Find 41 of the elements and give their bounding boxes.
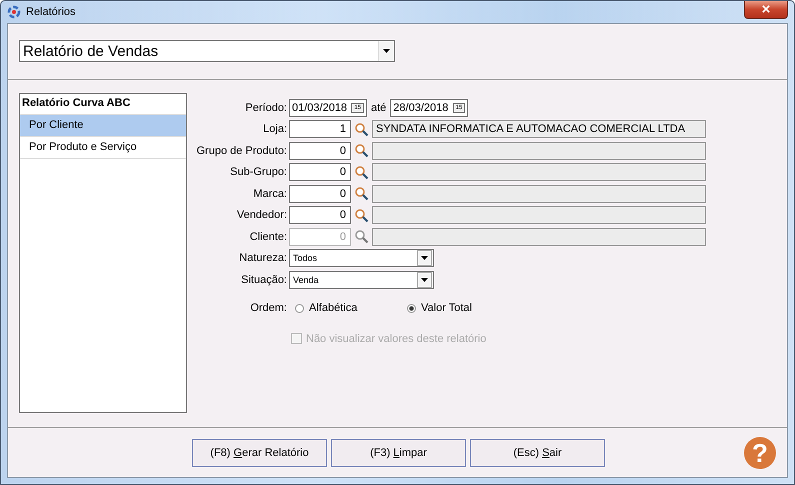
search-icon[interactable] <box>354 143 369 158</box>
search-icon[interactable] <box>354 186 369 202</box>
dropdown-arrow-icon <box>421 278 428 282</box>
field-label: Grupo de Produto: <box>195 144 287 157</box>
code-field[interactable]: 0 <box>289 206 351 224</box>
action-button[interactable]: (Esc) Sair <box>470 438 605 466</box>
field-label: Sub-Grupo: <box>229 166 287 178</box>
field-label: Marca: <box>252 188 287 200</box>
field-label: Vendedor: <box>236 209 287 222</box>
code-field[interactable]: 0 <box>289 142 351 160</box>
radio-option[interactable]: Alfabética <box>295 302 399 314</box>
field-label: Loja: <box>262 123 287 136</box>
field-label: Período: <box>244 102 287 114</box>
app-icon <box>7 5 21 19</box>
radio-icon[interactable] <box>407 304 416 313</box>
code-field[interactable]: 0 <box>289 163 351 182</box>
field-label: Situação: <box>240 274 287 286</box>
action-button[interactable]: (F8) Gerar Relatório <box>192 438 327 466</box>
dropdown[interactable]: Todos <box>289 249 434 268</box>
window-title: Relatórios <box>26 6 76 18</box>
field-label: até <box>371 102 386 114</box>
field-label: Ordem: <box>249 302 287 314</box>
dropdown-arrow-icon <box>421 256 428 260</box>
close-button[interactable]: × <box>744 1 788 19</box>
search-icon[interactable] <box>354 208 369 223</box>
code-field[interactable]: 0 <box>289 184 351 203</box>
report-dropdown[interactable]: Relatório de Vendas <box>19 40 395 62</box>
description-field: SYNDATA INFORMATICA E AUTOMACAO COMERCIAL LTDA <box>372 120 706 138</box>
list-item[interactable]: Por Produto e Serviço <box>20 137 186 159</box>
radio-icon[interactable] <box>295 304 304 313</box>
radio-option[interactable]: Valor Total <box>407 302 511 314</box>
code-field[interactable]: 1 <box>289 120 351 138</box>
field-label: Natureza: <box>238 252 287 264</box>
search-icon[interactable] <box>354 229 369 244</box>
field-label: Cliente: <box>248 230 287 243</box>
dropdown[interactable]: Venda <box>289 270 434 289</box>
search-icon[interactable] <box>354 122 369 137</box>
action-button[interactable]: (F3) Limpar <box>331 438 466 466</box>
dropdown-arrow-icon <box>383 49 390 53</box>
search-icon[interactable] <box>354 164 369 180</box>
list-item[interactable]: Por Cliente <box>20 115 186 137</box>
